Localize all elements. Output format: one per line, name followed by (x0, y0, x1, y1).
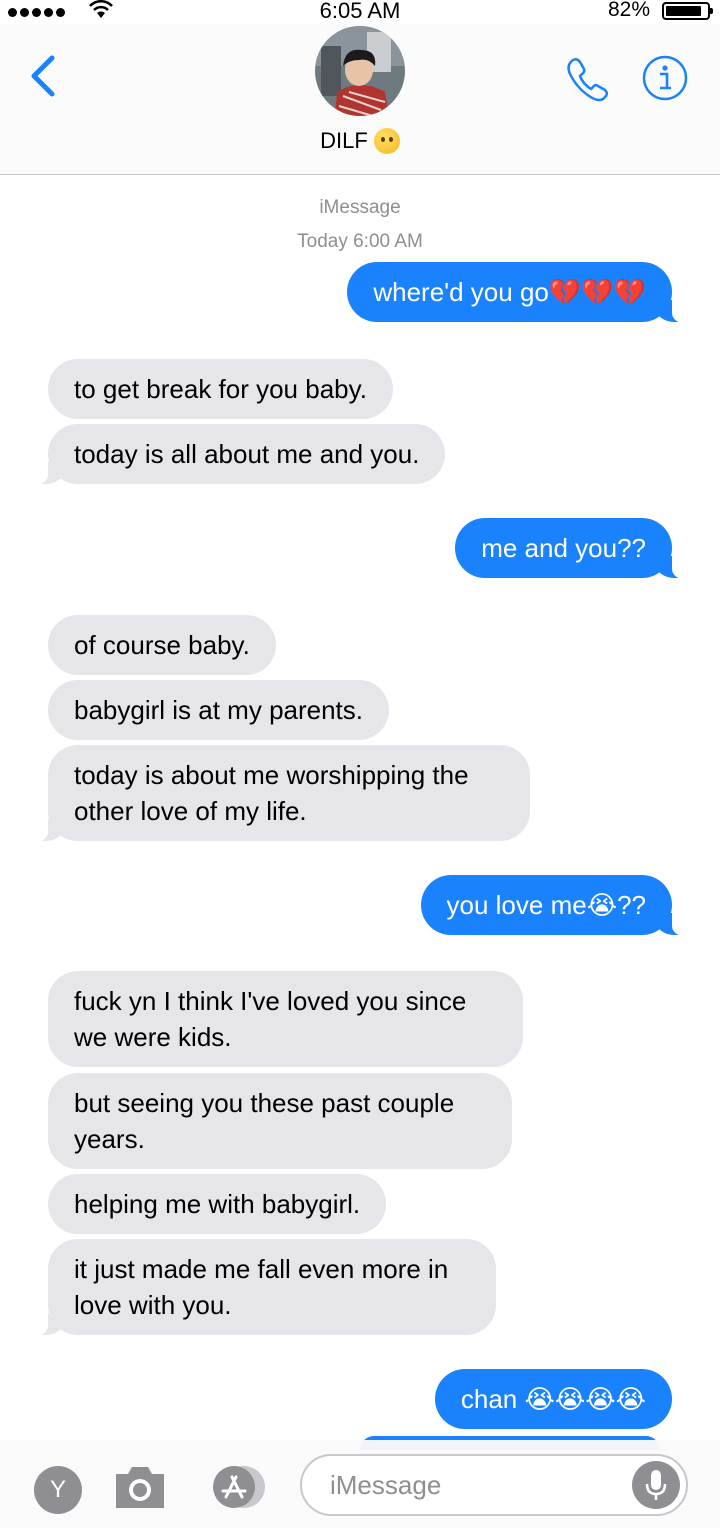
profile-avatar-button[interactable]: Y (34, 1466, 82, 1514)
message-text: babygirl is at my parents. (74, 695, 364, 725)
phone-icon[interactable] (563, 54, 611, 102)
message-input-placeholder: iMessage (330, 1470, 442, 1500)
battery-percentage: 82% (607, 0, 650, 21)
service-label: iMessage (319, 197, 401, 218)
message-text: today is about me worshipping the other … (74, 760, 469, 826)
message-outgoing[interactable]: chan 😭😭😭😭 (434, 1369, 672, 1429)
message-outgoing[interactable]: you love me😭?? (420, 875, 687, 936)
message-incoming[interactable]: it just made me fall even more in love w… (34, 1239, 496, 1336)
app-store-icon[interactable] (204, 1464, 270, 1510)
contact-avatar[interactable] (315, 26, 405, 116)
battery-icon (662, 2, 713, 20)
message-text: me and you?? (481, 533, 646, 563)
message-text: but seeing you these past couple years. (74, 1088, 455, 1154)
message-input[interactable]: iMessage (300, 1454, 688, 1516)
message-incoming[interactable]: fuck yn I think I've loved you since we … (48, 971, 523, 1067)
avatar-letter: Y (49, 1476, 66, 1503)
message-text: fuck yn I think I've loved you since we … (74, 986, 467, 1052)
message-outgoing[interactable]: me and you?? (455, 518, 686, 579)
message-text: you love me😭?? (446, 890, 646, 920)
message-incoming[interactable]: of course baby. (48, 615, 276, 675)
microphone-icon[interactable] (632, 1461, 680, 1509)
message-text: today is all about me and you. (74, 439, 420, 469)
message-text: to get break for you baby. (74, 374, 367, 404)
message-incoming[interactable]: today is about me worshipping the other … (34, 745, 530, 842)
message-incoming[interactable]: but seeing you these past couple years. (48, 1073, 512, 1169)
status-bar: 6:05 AM 82% (0, 0, 720, 24)
contact-name-text: DILF (320, 128, 368, 153)
message-text: chan 😭😭😭😭 (460, 1384, 646, 1414)
message-outgoing[interactable]: where'd you go💔💔💔 (347, 262, 686, 323)
message-text: where'd you go💔💔💔 (373, 277, 646, 307)
conversation-header: DILF (0, 24, 720, 175)
message-text: helping me with babygirl. (74, 1189, 361, 1219)
message-incoming[interactable]: helping me with babygirl. (48, 1174, 387, 1234)
message-incoming[interactable]: today is all about me and you. (33, 424, 446, 485)
message-incoming[interactable]: to get break for you baby. (48, 359, 393, 419)
message-text: it just made me fall even more in love w… (74, 1254, 449, 1320)
back-chevron-icon[interactable] (24, 52, 64, 100)
info-icon[interactable] (641, 54, 689, 102)
message-incoming[interactable]: babygirl is at my parents. (48, 680, 390, 740)
camera-icon[interactable] (112, 1464, 168, 1510)
contact-name[interactable]: DILF (0, 128, 720, 154)
shushing-face-icon (373, 128, 400, 154)
composer-bar: Y iMessage (0, 1440, 720, 1528)
message-text: of course baby. (74, 630, 250, 660)
thread-timestamp: Today 6:00 AM (297, 231, 423, 252)
